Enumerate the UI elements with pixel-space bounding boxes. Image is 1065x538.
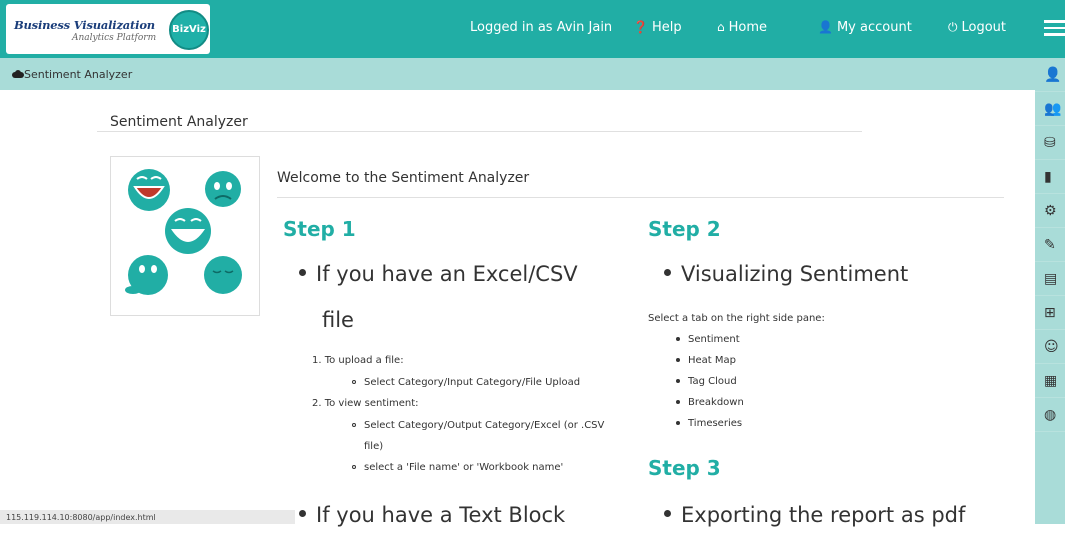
page-title: Sentiment Analyzer [110,114,248,130]
step3-heading: Step 3 [648,456,721,480]
presentation-icon[interactable]: ▦ [1035,364,1065,398]
step2-intro: Select a tab on the right side pane: [648,313,825,324]
step2-bullet-text: Visualizing Sentiment [681,262,909,286]
logout-link[interactable]: ⏻ Logout [948,20,1006,35]
step1-item2-sub2: select a 'File name' or 'Workbook name' [352,462,563,473]
tab-item-label: Tag Cloud [688,376,737,387]
status-url: 115.119.114.10:8080/app/index.html [0,510,295,524]
step1-item2-sub2-text: select a 'File name' or 'Workbook name' [364,462,564,473]
breadcrumb-label: Sentiment Analyzer [24,68,133,81]
tab-item-heat-map: Heat Map [676,355,736,366]
account-label: My account [836,20,912,35]
step1-bullet1: If you have an Excel/CSV [299,251,578,297]
users-group-icon[interactable]: 👥 [1035,92,1065,126]
my-account-link[interactable]: 👤 My account [818,20,912,35]
hamburger-menu-icon[interactable] [1044,20,1065,40]
tab-item-label: Sentiment [688,334,740,345]
tab-item-label: Heat Map [688,355,737,366]
emoji-faces-icon [125,169,242,295]
tab-item-breakdown: Breakdown [676,397,744,408]
book-icon[interactable]: ▮ [1035,160,1065,194]
help-link[interactable]: ❓ Help [633,20,682,35]
power-icon: ⏻ [948,20,958,34]
step1-item1-sub: Select Category/Input Category/File Uplo… [352,377,580,388]
help-label: Help [651,20,682,35]
step1-bullet1-continued: file [322,308,354,332]
breadcrumb[interactable]: Sentiment Analyzer [12,68,133,81]
tab-item-timeseries: Timeseries [676,418,742,429]
home-label: Home [728,20,768,35]
welcome-divider [277,197,1004,198]
logout-label: Logout [961,20,1007,35]
step1-item2-sub1: Select Category/Output Category/Excel (o… [352,420,604,431]
step1-item2-sub1-continued: file) [364,441,384,452]
database-icon[interactable]: ⛁ [1035,126,1065,160]
bizviz-logo-icon: BizViz [169,10,209,50]
user-screen-icon[interactable]: 👤 [1035,58,1065,92]
brand-title: Business Visualization [14,18,155,32]
step1-heading: Step 1 [283,217,356,241]
home-link[interactable]: ⌂ Home [717,20,767,35]
step1-bullet2: If you have a Text Block [299,492,565,538]
user-icon: 👤 [818,20,833,34]
question-circle-icon: ❓ [633,20,648,34]
step3-bullet: Exporting the report as pdf [664,492,965,538]
right-side-pane: 👤 👥 ⛁ ▮ ⚙ ✎ ▤ ⊞ ☺ ▦ ◍ [1035,58,1065,524]
step2-heading: Step 2 [648,217,721,241]
step1-bullet2-text: If you have a Text Block [316,503,566,527]
welcome-text: Welcome to the Sentiment Analyzer [277,170,530,186]
title-divider [97,131,862,132]
tab-item-sentiment: Sentiment [676,334,740,345]
document-icon[interactable]: ▤ [1035,262,1065,296]
step1-bullet1-text: If you have an Excel/CSV [316,262,578,286]
emoji-icon[interactable]: ☺ [1035,330,1065,364]
top-navbar: Business Visualization Analytics Platfor… [0,0,1065,58]
breadcrumb-bar: Sentiment Analyzer [0,58,1035,90]
tab-item-label: Breakdown [688,397,744,408]
tab-item-tag-cloud: Tag Cloud [676,376,737,387]
step1-item2-sub1-text: Select Category/Output Category/Excel (o… [364,420,605,431]
brand-logo[interactable]: Business Visualization Analytics Platfor… [6,4,210,54]
step3-bullet-text: Exporting the report as pdf [681,503,966,527]
brand-subtitle: Analytics Platform [72,33,157,43]
step1-item1-sub-text: Select Category/Input Category/File Uplo… [364,377,581,388]
edit-icon[interactable]: ✎ [1035,228,1065,262]
home-icon: ⌂ [717,20,725,34]
tab-item-label: Timeseries [688,418,743,429]
social-icon[interactable]: ⊞ [1035,296,1065,330]
globe-icon[interactable]: ◍ [1035,398,1065,432]
cloud-icon [10,70,24,78]
upload-settings-icon[interactable]: ⚙ [1035,194,1065,228]
step1-item2: 2. To view sentiment: [312,398,419,409]
step2-bullet: Visualizing Sentiment [664,251,908,297]
step1-item1: 1. To upload a file: [312,355,404,366]
logged-in-user: Logged in as Avin Jain [470,20,613,35]
sentiment-faces-image [110,156,260,316]
